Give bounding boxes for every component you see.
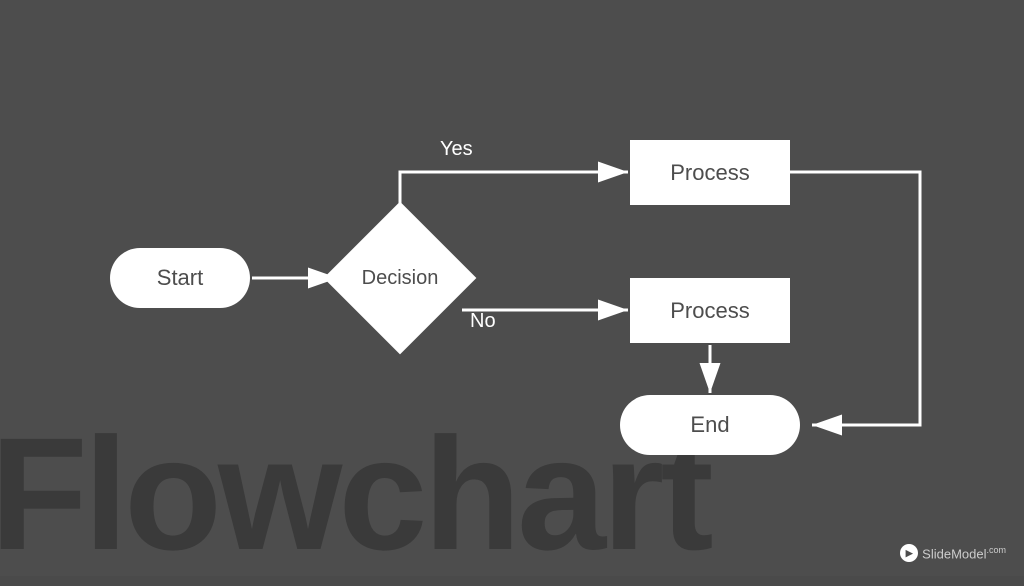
logo-text: SlideModel.com	[922, 545, 1006, 561]
process-top-shape: Process	[630, 140, 790, 205]
end-label: End	[690, 412, 729, 438]
flowchart-area: Start Decision Process Process End Yes N…	[50, 50, 990, 470]
decision-label: Decision	[362, 267, 439, 290]
yes-label: Yes	[440, 138, 473, 161]
logo-suffix: .com	[986, 545, 1006, 555]
process-bottom-shape: Process	[630, 278, 790, 343]
logo: ▶ SlideModel.com	[900, 544, 1006, 562]
logo-icon: ▶	[900, 544, 918, 562]
start-label: Start	[157, 265, 203, 291]
start-shape: Start	[110, 248, 250, 308]
process-bottom-label: Process	[670, 298, 749, 324]
process-top-label: Process	[670, 160, 749, 186]
decision-shape: Decision	[340, 218, 460, 338]
no-label: No	[470, 310, 496, 333]
slide: Flowchart	[0, 0, 1024, 576]
end-shape: End	[620, 395, 800, 455]
